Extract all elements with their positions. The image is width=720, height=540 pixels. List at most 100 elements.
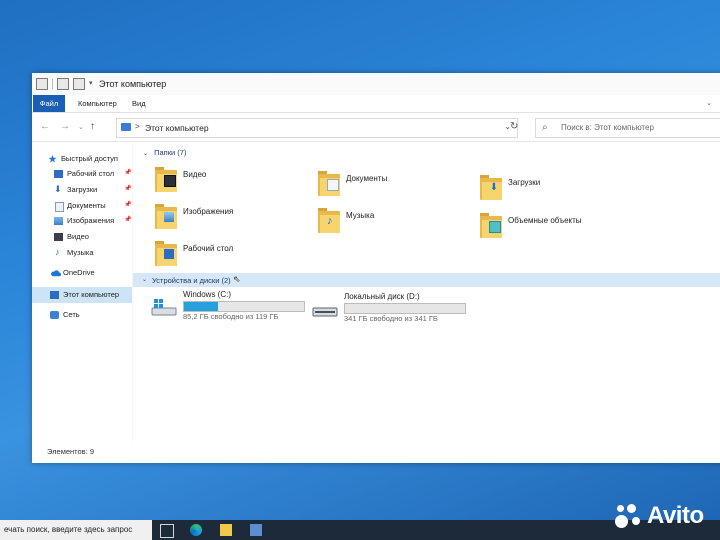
folder-label: Музыка [346,211,375,220]
sidebar-item-pictures[interactable]: Изображения 📌 [32,214,132,228]
folder-icon: ♪ [318,207,340,233]
folder-item-downloads[interactable]: ⬇ Загрузки [480,172,640,206]
folder-label: Документы [346,174,388,183]
drive-usage-bar [344,303,466,314]
customize-toolbar-icon[interactable]: ▾ [89,79,97,89]
drive-item-d[interactable]: Локальный диск (D:) 341 ГБ свободно из 3… [312,292,482,326]
pin-icon[interactable]: 📌 [124,201,131,208]
sidebar-item-downloads[interactable]: ⬇ Загрузки 📌 [32,183,132,197]
folder-item-music[interactable]: ♪ Музыка [318,205,478,239]
recent-locations-icon[interactable]: ⌄ [78,123,84,131]
items-count: Элементов: 9 [47,447,95,456]
search-placeholder: Поиск в: Этот компьютер [561,123,654,132]
breadcrumb-separator[interactable]: > [135,122,140,131]
up-arrow-icon[interactable]: ↑ [90,121,95,132]
document-icon [55,202,64,212]
folders-group-label: Папки (7) [154,148,187,157]
search-field[interactable]: ⌕ Поиск в: Этот компьютер [535,118,720,138]
tab-file[interactable]: Файл [33,95,65,112]
forward-arrow-icon[interactable]: → [60,121,70,132]
edge-browser-icon[interactable] [190,524,202,536]
image-icon [54,217,63,225]
folder-icon: ⬇ [480,174,502,200]
computer-icon [50,291,59,299]
devices-group-label: Устройства и диски (2) [152,276,231,285]
folder-item-videos[interactable]: Видео [155,164,315,198]
network-icon [50,311,59,319]
pin-icon[interactable]: 📌 [124,216,131,223]
tab-computer[interactable]: Компьютер [72,95,123,112]
folder-item-pictures[interactable]: Изображения [155,201,315,235]
chevron-down-icon[interactable]: ⌄ [142,276,147,283]
folder-label: Изображения [183,207,234,216]
desktop-icon [164,249,174,259]
image-icon [164,212,174,222]
document-icon [327,179,339,191]
pin-icon[interactable]: 📌 [124,185,131,192]
folders-group-header[interactable]: ⌄ Папки (7) [143,148,186,157]
folder-icon [318,170,340,196]
drive-icon [312,307,338,317]
folder-icon[interactable] [36,78,48,90]
refresh-icon[interactable]: ↻ [510,121,518,132]
drive-space-info: 341 ГБ свободно из 341 ГБ [344,314,438,323]
window-title: Этот компьютер [99,79,167,89]
avito-watermark: Avito [613,500,717,532]
address-toolbar: ← → ⌄ ↑ > Этот компьютер ⌄ ↻ ⌕ Поиск в: … [32,113,720,142]
music-icon: ♪ [55,247,60,257]
sidebar-item-videos[interactable]: Видео [32,230,132,244]
navigation-pane: Быстрый доступ Рабочий стол 📌 ⬇ Загрузки… [32,142,132,442]
folder-item-documents[interactable]: Документы [318,168,478,202]
sidebar-item-music[interactable]: ♪ Музыка [32,246,132,260]
folder-label: Рабочий стол [183,244,234,253]
taskbar-search-placeholder: ечать поиск, введите здесь запрос [4,525,133,534]
chevron-down-icon[interactable]: ⌄ [143,151,148,157]
sidebar-item-this-pc[interactable]: Этот компьютер [32,287,132,303]
sidebar-item-documents[interactable]: Документы 📌 [32,199,132,213]
folder-label: Загрузки [508,178,541,187]
drive-item-c[interactable]: Windows (C:) 85,2 ГБ свободно из 119 ГБ [151,290,321,324]
download-icon: ⬇ [489,182,499,193]
folder-icon [155,166,177,192]
new-folder-icon[interactable] [73,78,85,90]
video-icon [164,175,176,187]
star-icon [48,155,57,163]
drive-usage-fill [184,302,219,311]
taskbar: ечать поиск, введите здесь запрос [0,520,720,540]
computer-icon [121,123,131,131]
taskbar-search-box[interactable]: ечать поиск, введите здесь запрос [0,520,152,540]
drive-name: Windows (C:) [183,290,232,299]
download-icon: ⬇ [54,184,62,194]
status-bar: Элементов: 9 [32,442,720,463]
breadcrumb-path[interactable]: Этот компьютер [145,123,209,133]
folder-icon [155,203,177,229]
task-view-icon[interactable] [160,524,174,538]
pin-icon[interactable]: 📌 [124,169,131,176]
drive-name: Локальный диск (D:) [344,292,420,301]
devices-group-header[interactable]: ⌄ Устройства и диски (2) ⇖ [133,273,720,287]
folder-item-3d-objects[interactable]: Объемные объекты [480,210,640,244]
back-arrow-icon[interactable]: ← [40,121,50,132]
search-icon: ⌕ [542,122,548,133]
file-explorer-icon[interactable] [220,524,232,536]
title-bar: ▾ Этот компьютер [32,73,720,95]
windows-drive-icon [151,299,177,316]
toolbar-divider [52,79,53,89]
video-icon [54,233,63,241]
sidebar-item-desktop[interactable]: Рабочий стол 📌 [32,167,132,181]
address-field[interactable]: > Этот компьютер ⌄ [116,118,518,138]
expand-ribbon-icon[interactable]: ⌄ [700,95,718,112]
quick-access-toolbar: ▾ [36,78,97,90]
properties-icon[interactable] [57,78,69,90]
sidebar-item-network[interactable]: Сеть [32,308,132,322]
tab-view[interactable]: Вид [126,95,152,112]
sidebar-item-onedrive[interactable]: OneDrive [32,266,132,280]
folder-icon [480,212,502,238]
folder-item-desktop[interactable]: Рабочий стол [155,238,315,272]
store-icon[interactable] [250,524,262,536]
avito-wordmark: Avito [647,502,704,529]
drive-usage-bar [183,301,305,312]
folder-label: Видео [183,170,207,179]
drive-space-info: 85,2 ГБ свободно из 119 ГБ [183,312,279,321]
sidebar-item-quick-access[interactable]: Быстрый доступ [32,152,132,166]
